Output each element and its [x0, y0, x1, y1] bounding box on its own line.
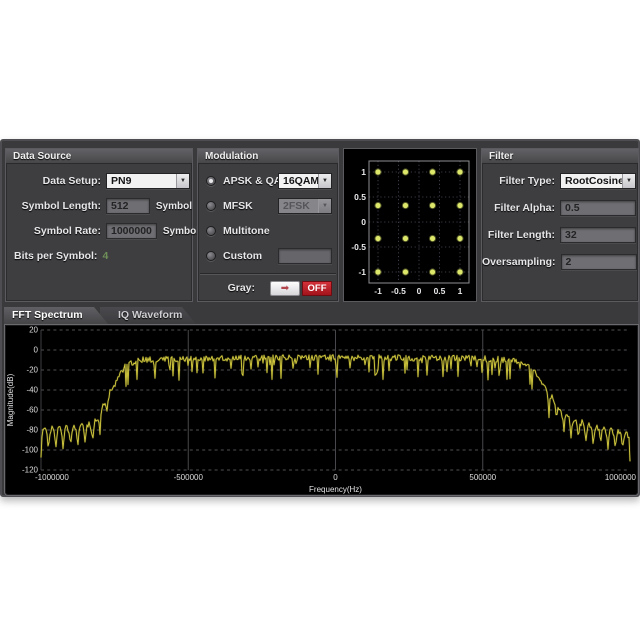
data-source-panel-title: Data Source [6, 149, 192, 164]
modulation-option-mfsk[interactable]: MFSK 2FSK ▼ [206, 198, 332, 214]
constellation-plot: 1 0.5 0 -0.5 -1 -1 -0.5 0 0.5 1 [344, 149, 476, 301]
svg-text:0.5: 0.5 [354, 192, 366, 202]
chevron-down-icon: ▼ [622, 174, 635, 188]
bits-per-symbol-value: 4 [102, 250, 108, 262]
radio-custom[interactable] [206, 251, 216, 261]
svg-text:0: 0 [333, 473, 338, 482]
filter-length-label: Filter Length: [482, 229, 560, 241]
data-source-panel: Data Source Data Setup: PN9 ▼ Symbol Len… [5, 148, 193, 302]
chevron-down-icon: ▼ [176, 174, 189, 188]
modulation-separator [200, 273, 336, 275]
y-axis-title: Magnitude(dB) [6, 373, 15, 426]
modulation-option-multitone[interactable]: Multitone [206, 223, 332, 239]
svg-text:0: 0 [34, 346, 39, 355]
svg-text:-1: -1 [374, 286, 382, 296]
data-setup-dropdown[interactable]: PN9 ▼ [106, 173, 190, 189]
filter-type-label: Filter Type: [482, 175, 560, 187]
filter-alpha-field[interactable]: 0.5 [560, 200, 636, 216]
svg-text:0: 0 [361, 217, 366, 227]
custom-file-field[interactable] [278, 248, 332, 264]
svg-text:0: 0 [417, 286, 422, 296]
symbol-length-unit: Symbol [156, 201, 192, 212]
symbol-rate-label: Symbol Rate: [6, 225, 106, 237]
app-window: Data Source Data Setup: PN9 ▼ Symbol Len… [0, 139, 640, 497]
filter-type-dropdown[interactable]: RootCosine ▼ [560, 173, 636, 189]
fft-spectrum-panel: 200-20-40-60-80-100-120-1000000-50000005… [4, 324, 639, 496]
data-setup-label: Data Setup: [6, 175, 106, 187]
symbol-length-label: Symbol Length: [6, 200, 106, 212]
gray-state-badge: OFF [302, 281, 332, 296]
gray-toggle[interactable]: ➡ OFF [270, 281, 332, 296]
svg-text:0.5: 0.5 [434, 286, 446, 296]
svg-text:-100: -100 [22, 446, 39, 455]
radio-mfsk[interactable] [206, 201, 216, 211]
filter-length-field[interactable]: 32 [560, 227, 636, 243]
chevron-down-icon: ▼ [318, 174, 331, 188]
apsk-qam-dropdown[interactable]: 16QAM ▼ [278, 173, 332, 189]
svg-text:-500000: -500000 [174, 473, 204, 482]
svg-text:-40: -40 [26, 386, 38, 395]
tab-fft-spectrum[interactable]: FFT Spectrum [4, 307, 108, 324]
modulation-option-apsk-qam[interactable]: APSK & QAM 16QAM ▼ [206, 173, 332, 189]
svg-text:20: 20 [29, 326, 38, 335]
fft-spectrum-plot: 200-20-40-60-80-100-120-1000000-50000005… [5, 325, 638, 495]
svg-text:-1: -1 [358, 267, 366, 277]
gray-toggle-arrow-icon: ➡ [270, 281, 300, 296]
radio-apsk-qam[interactable] [206, 176, 216, 186]
svg-text:1000000: 1000000 [605, 473, 637, 482]
svg-text:500000: 500000 [469, 473, 496, 482]
mfsk-dropdown[interactable]: 2FSK ▼ [278, 198, 332, 214]
chart-tabbar: FFT Spectrum IQ Waveform [4, 307, 640, 324]
data-setup-value: PN9 [107, 175, 176, 187]
modulation-panel: Modulation APSK & QAM 16QAM ▼ MFSK 2FSK … [197, 148, 339, 302]
svg-text:-0.5: -0.5 [391, 286, 406, 296]
gray-label: Gray: [228, 282, 260, 294]
symbol-length-field[interactable]: 512 [106, 198, 150, 214]
tab-iq-waveform[interactable]: IQ Waveform [100, 307, 196, 324]
svg-text:-20: -20 [26, 366, 38, 375]
constellation-panel: 1 0.5 0 -0.5 -1 -1 -0.5 0 0.5 1 [343, 148, 477, 302]
oversampling-label: Oversampling: [482, 256, 561, 268]
x-axis-title: Frequency(Hz) [309, 485, 362, 494]
svg-text:-0.5: -0.5 [351, 242, 366, 252]
modulation-option-custom[interactable]: Custom [206, 248, 332, 264]
filter-panel-title: Filter [482, 149, 638, 164]
svg-text:-60: -60 [26, 406, 38, 415]
svg-text:-80: -80 [26, 426, 38, 435]
svg-text:1: 1 [361, 167, 366, 177]
svg-text:-1000000: -1000000 [35, 473, 69, 482]
svg-text:1: 1 [458, 286, 463, 296]
oversampling-field[interactable]: 2 [561, 254, 637, 270]
bits-per-symbol-label: Bits per Symbol: [12, 250, 102, 262]
filter-panel: Filter Filter Type: RootCosine ▼ Filter … [481, 148, 639, 302]
symbol-rate-field[interactable]: 1000000 [106, 223, 157, 239]
modulation-panel-title: Modulation [198, 149, 338, 164]
radio-multitone[interactable] [206, 226, 216, 236]
chevron-down-icon: ▼ [318, 199, 331, 213]
filter-alpha-label: Filter Alpha: [482, 202, 560, 214]
